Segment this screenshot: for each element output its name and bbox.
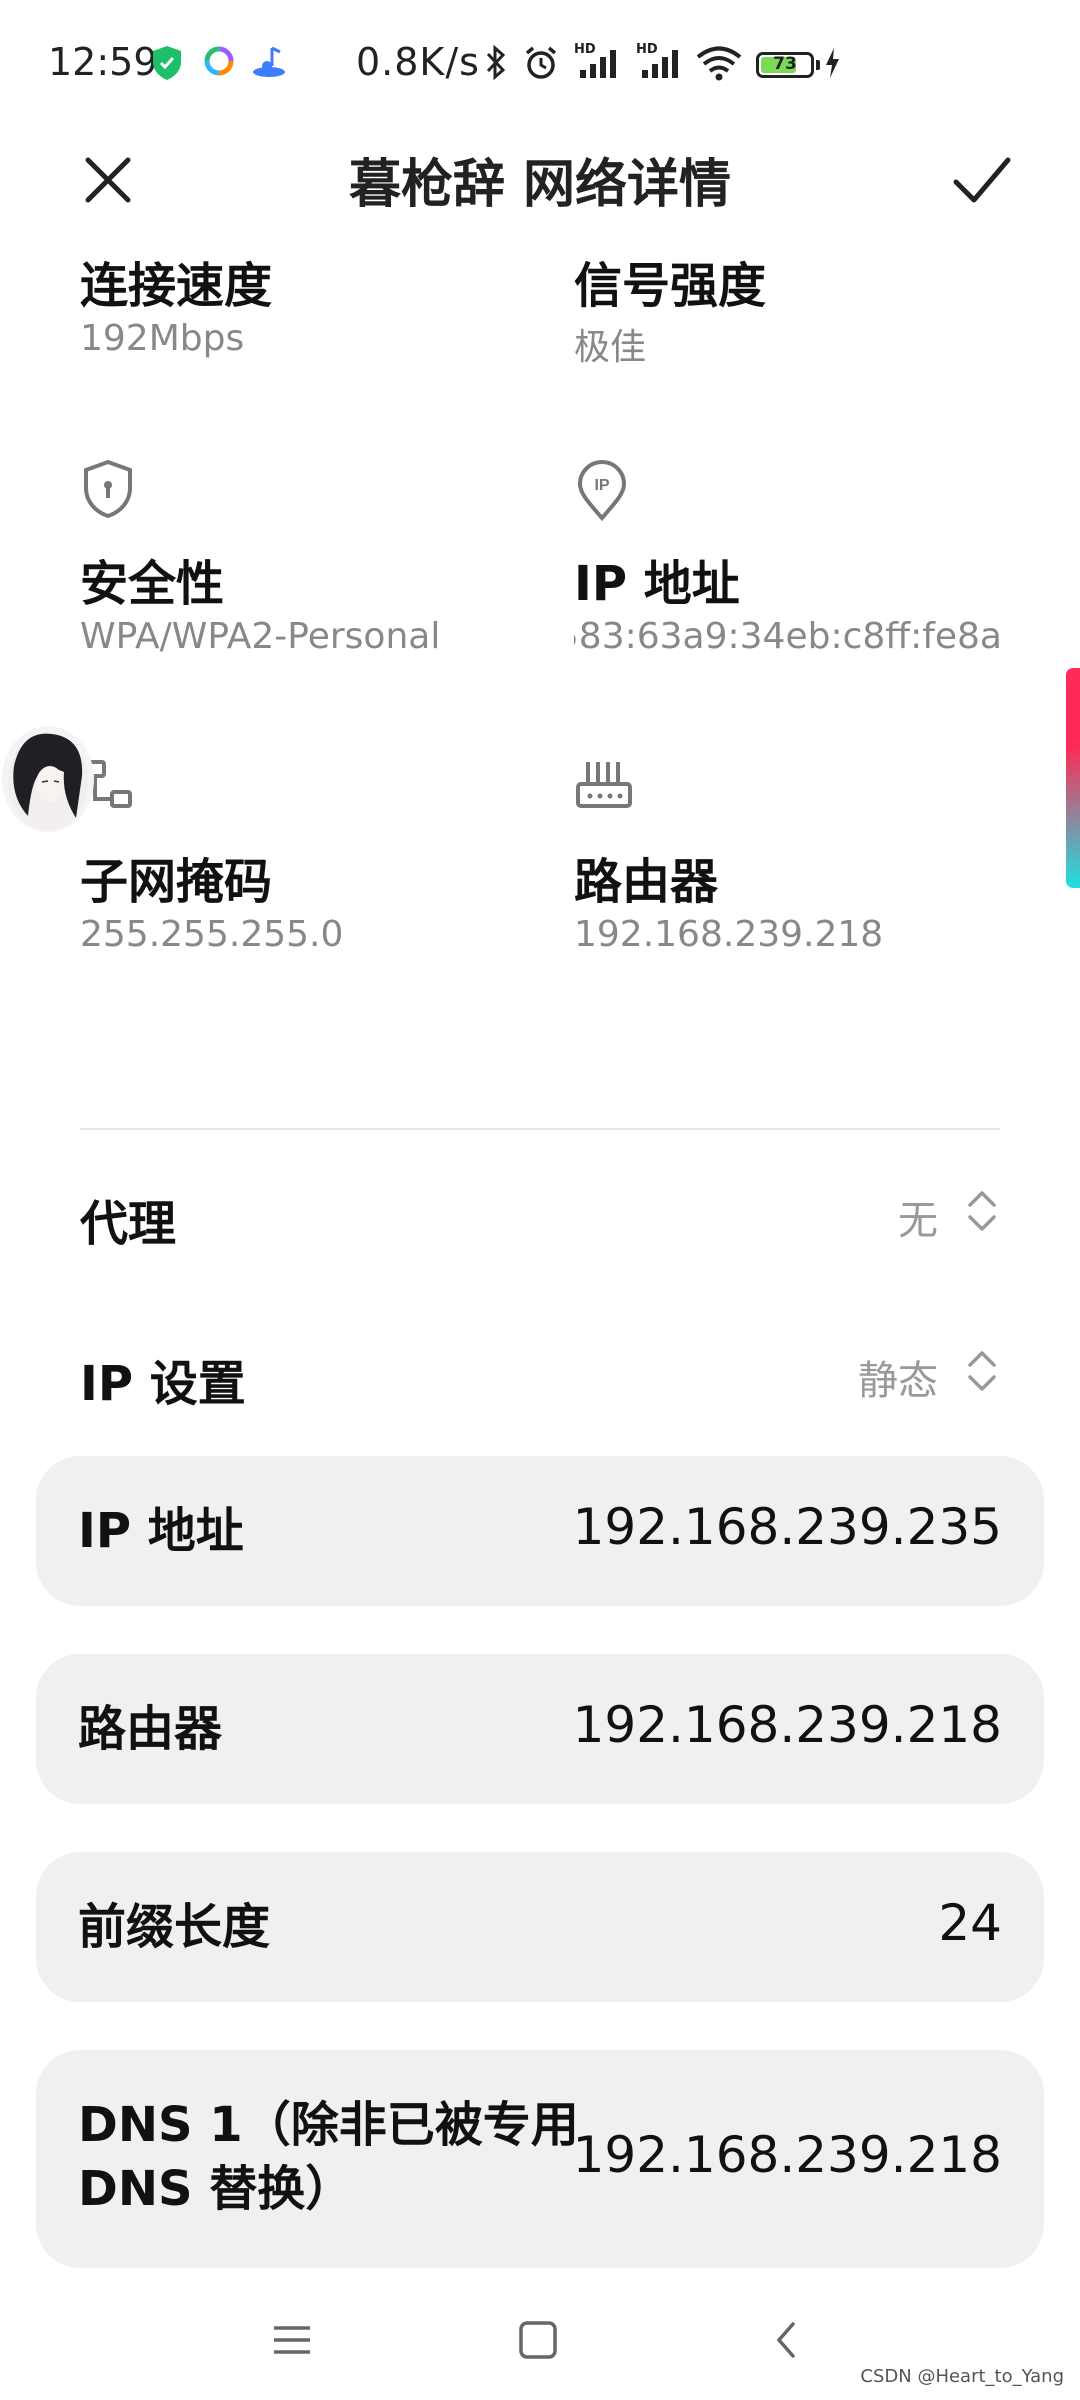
- network-speed: 0.8K/s: [356, 40, 480, 84]
- field-value[interactable]: 192.168.239.235: [573, 1498, 1002, 1556]
- field-value[interactable]: 192.168.239.218: [573, 2126, 1002, 2184]
- home-icon: [519, 2321, 557, 2359]
- check-icon: [953, 157, 1011, 203]
- charging-icon: [826, 48, 839, 78]
- info-security: 安全性 WPA/WPA2-Personal: [80, 458, 560, 678]
- shield-check-icon: [153, 46, 181, 80]
- field-label: 路由器: [78, 1701, 223, 1757]
- info-router: 路由器 192.168.239.218: [574, 756, 1054, 976]
- alarm-icon: [525, 46, 557, 79]
- info-value: 192Mbps: [80, 318, 245, 359]
- cloud-note-icon: [253, 46, 285, 77]
- info-value: WPA/WPA2-Personal: [80, 616, 441, 657]
- info-value: 192.168.239.218: [574, 914, 884, 955]
- info-label: IP 地址: [574, 556, 740, 612]
- ip-location-icon: IP: [577, 460, 627, 522]
- prefix-length-field[interactable]: 前缀长度 24: [36, 1852, 1044, 2002]
- back-icon: [776, 2322, 795, 2358]
- info-signal-strength: 信号强度 极佳: [574, 240, 1054, 380]
- ip-settings-label: IP 设置: [80, 1356, 246, 1412]
- ring-app-icon: [204, 46, 234, 76]
- signal-icon: [580, 50, 616, 78]
- ip-settings[interactable]: IP 设置 静态: [80, 1326, 1000, 1416]
- floating-avatar[interactable]: [2, 726, 94, 832]
- field-value[interactable]: 192.168.239.218: [573, 1696, 1002, 1754]
- status-time: 12:59: [48, 40, 158, 84]
- field-label: DNS 1（除非已被专用: [78, 2097, 579, 2153]
- chevron-up-down-icon: [968, 1191, 996, 1231]
- battery-icon: 73: [756, 52, 814, 78]
- router-icon: [576, 762, 632, 808]
- info-label: 子网掩码: [80, 854, 273, 910]
- battery-tip: [816, 60, 820, 70]
- side-scroll-indicator[interactable]: [1066, 668, 1080, 888]
- info-connection-speed: 连接速度 192Mbps: [80, 240, 560, 380]
- menu-button[interactable]: [262, 2310, 322, 2370]
- dns1-field[interactable]: DNS 1（除非已被专用 DNS 替换） 192.168.239.218: [36, 2050, 1044, 2268]
- ip-settings-value: 静态: [858, 1358, 938, 1404]
- field-label: DNS 替换）: [78, 2161, 354, 2217]
- info-value: 583:63a9:34eb:c8ff:fe8a: [574, 616, 1002, 657]
- proxy-setting[interactable]: 代理 无: [80, 1166, 1000, 1256]
- header: 暮枪辞 网络详情: [0, 128, 1080, 238]
- menu-icon: [274, 2326, 310, 2354]
- battery-level: 73: [773, 54, 797, 74]
- chevron-up-down-icon: [968, 1351, 996, 1391]
- info-value: 255.255.255.0: [80, 914, 344, 955]
- info-label: 信号强度: [574, 258, 767, 314]
- info-label: 连接速度: [80, 258, 273, 314]
- gateway-field[interactable]: 路由器 192.168.239.218: [36, 1654, 1044, 1804]
- field-label: 前缀长度: [78, 1899, 271, 1955]
- proxy-value: 无: [898, 1198, 938, 1244]
- info-subnet-mask: 子网掩码 255.255.255.0: [80, 756, 560, 976]
- confirm-button[interactable]: [944, 142, 1020, 218]
- bluetooth-icon: [486, 44, 506, 81]
- page-title: 暮枪辞 网络详情: [348, 155, 732, 215]
- field-label: IP 地址: [78, 1503, 244, 1559]
- home-button[interactable]: [508, 2310, 568, 2370]
- ip-address-field[interactable]: IP 地址 192.168.239.235: [36, 1456, 1044, 1606]
- svg-text:IP: IP: [594, 477, 609, 494]
- wifi-icon: [696, 46, 742, 81]
- field-value[interactable]: 24: [938, 1894, 1002, 1952]
- signal-icon: [642, 50, 678, 78]
- info-value: 极佳: [574, 327, 647, 368]
- watermark: CSDN @Heart_to_Yang: [860, 2366, 1064, 2387]
- divider: [80, 1128, 1000, 1130]
- info-ip-address: IP IP 地址 583:63a9:34eb:c8ff:fe8a: [574, 458, 1054, 678]
- avatar-image: [8, 733, 88, 830]
- back-button[interactable]: [756, 2310, 816, 2370]
- info-label: 安全性: [80, 556, 225, 612]
- info-label: 路由器: [574, 854, 719, 910]
- shield-icon: [84, 459, 132, 519]
- proxy-label: 代理: [80, 1196, 177, 1252]
- status-bar: 12:59 0.8K/s HD HD 73: [0, 0, 1080, 128]
